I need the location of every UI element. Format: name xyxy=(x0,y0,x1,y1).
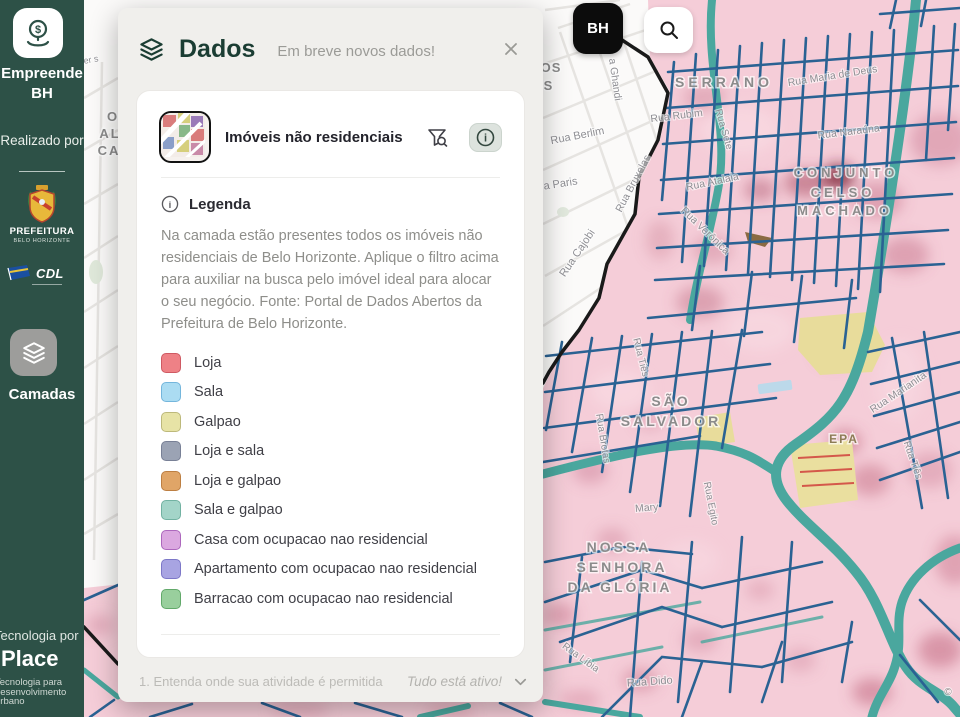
legend-list: Loja Sala Galpao Loja e sala Loja e galpao Sa… xyxy=(137,335,524,614)
legend-item: Sala xyxy=(161,378,500,408)
map-neighborhood-label: EPA xyxy=(829,432,859,446)
legend-label: Barracao com ocupacao nao residencial xyxy=(194,591,453,607)
map-neighborhood-label: OS xyxy=(541,60,562,75)
legend-label: Sala e galpao xyxy=(194,502,283,518)
layer-thumbnail[interactable] xyxy=(159,111,211,163)
place-tagline: Tecnologia para desenvolvimento urbano xyxy=(0,678,75,707)
legend-item: Loja e sala xyxy=(161,437,500,467)
footer-step-label: 1. Entenda onde sua atividade é permitid… xyxy=(139,674,407,689)
legend-swatch xyxy=(161,589,181,609)
legend-swatch xyxy=(161,530,181,550)
cdl-tagline xyxy=(32,284,62,285)
info-icon: i xyxy=(161,195,179,213)
layer-title: Imóveis não residenciais xyxy=(225,129,410,146)
prefeitura-label: PREFEITURA xyxy=(0,226,84,237)
cdl-flag-icon xyxy=(7,264,33,283)
legend-item: Sala e galpao xyxy=(161,496,500,526)
layers-icon xyxy=(21,340,47,366)
camadas-label: Camadas xyxy=(0,386,84,403)
legend-swatch xyxy=(161,471,181,491)
legend-label: Apartamento com ocupacao nao residencial xyxy=(194,561,477,577)
svg-text:i: i xyxy=(169,200,172,211)
map-neighborhood-label: DA GLÓRIA xyxy=(567,578,672,595)
map-neighborhood-label: MACHADO xyxy=(797,203,893,218)
legend-item: Apartamento com ocupacao nao residencial xyxy=(161,555,500,585)
empreende-bh-home-button[interactable]: $ xyxy=(13,8,63,58)
legend-item: Barracao com ocupacao nao residencial xyxy=(161,584,500,614)
legend-label: Loja e sala xyxy=(194,443,264,459)
map-park-patch xyxy=(89,260,103,284)
map-neighborhood-label: NOSSA xyxy=(587,539,652,555)
chevron-down-icon xyxy=(512,673,529,690)
dados-panel-header: Dados Em breve novos dados! xyxy=(118,8,543,90)
layer-card: Imóveis não residenciais i xyxy=(136,90,525,658)
legend-swatch xyxy=(161,353,181,373)
panel-title: Dados xyxy=(179,35,255,64)
map-neighborhood-label: CA xyxy=(98,143,121,158)
map-park-patch xyxy=(557,207,569,217)
prefeitura-sublabel: BELO HORIZONTE xyxy=(0,238,84,244)
money-pin-icon: $ xyxy=(21,16,55,50)
camadas-layers-button[interactable] xyxy=(10,329,57,376)
info-icon: i xyxy=(476,128,495,147)
panel-subtitle: Em breve novos dados! xyxy=(277,43,499,60)
map-street-label: © xyxy=(944,687,952,698)
legend-label: Casa com ocupacao nao residencial xyxy=(194,532,428,548)
map-neighborhood-label: SÃO xyxy=(651,392,690,409)
map-street-label: Mary xyxy=(635,501,660,515)
bh-locate-button[interactable]: BH xyxy=(573,3,623,54)
map-neighborhood-label: SENHORA xyxy=(576,559,667,575)
activity-accordion[interactable]: 1. Entenda onde sua atividade é permitid… xyxy=(139,670,529,692)
map-neighborhood-label: SALVADOR xyxy=(621,413,721,429)
svg-text:$: $ xyxy=(35,24,41,36)
layers-icon xyxy=(138,36,165,63)
map-neighborhood-label: CELSO xyxy=(811,185,876,200)
legend-item: Galpao xyxy=(161,407,500,437)
realizado-por-label: Realizado por xyxy=(0,133,84,148)
card-bottom-divider xyxy=(161,634,500,635)
legend-label: Galpao xyxy=(194,414,241,430)
legend-item: Loja xyxy=(161,348,500,378)
cdl-logo: CDL xyxy=(7,264,64,283)
legend-swatch xyxy=(161,382,181,402)
close-icon xyxy=(503,41,519,57)
legend-label: Sala xyxy=(194,384,223,400)
legend-header: Legenda xyxy=(189,196,251,213)
legend-item: Loja e galpao xyxy=(161,466,500,496)
footer-status-label: Tudo está ativo! xyxy=(407,674,502,689)
search-icon xyxy=(658,19,680,41)
place-logo-text: Place xyxy=(1,646,59,672)
legend-swatch xyxy=(161,559,181,579)
dados-panel: Dados Em breve novos dados! xyxy=(118,8,543,702)
legend-swatch xyxy=(161,500,181,520)
legend-swatch xyxy=(161,412,181,432)
tecnologia-por-label: Tecnologia por xyxy=(0,628,84,643)
sidebar: $ Empreende BH Realizado por PREFEITURA … xyxy=(0,0,84,717)
sidebar-divider xyxy=(19,171,65,172)
search-button[interactable] xyxy=(644,7,693,53)
legend-swatch xyxy=(161,441,181,461)
cdl-label: CDL xyxy=(36,266,64,281)
filter-search-button[interactable] xyxy=(424,124,451,151)
legend-item: Casa com ocupacao nao residencial xyxy=(161,525,500,555)
layer-item-row: Imóveis não residenciais i xyxy=(137,91,524,177)
legend-description: Na camada estão presentes todos os imóve… xyxy=(137,213,524,335)
map-neighborhood-label: SERRANO xyxy=(675,74,773,90)
map-neighborhood-label: S xyxy=(544,78,553,93)
filter-search-icon xyxy=(426,126,449,149)
svg-text:i: i xyxy=(484,132,487,144)
prefeitura-logo xyxy=(25,184,59,231)
legend-label: Loja e galpao xyxy=(194,473,281,489)
brand-title: Empreende BH xyxy=(0,64,84,104)
legend-label: Loja xyxy=(194,355,221,371)
close-panel-button[interactable] xyxy=(499,37,523,61)
legend-header-row: i Legenda xyxy=(137,178,524,213)
map-neighborhood-label: CONJUNTO xyxy=(794,165,899,180)
layer-info-button[interactable]: i xyxy=(469,123,502,152)
